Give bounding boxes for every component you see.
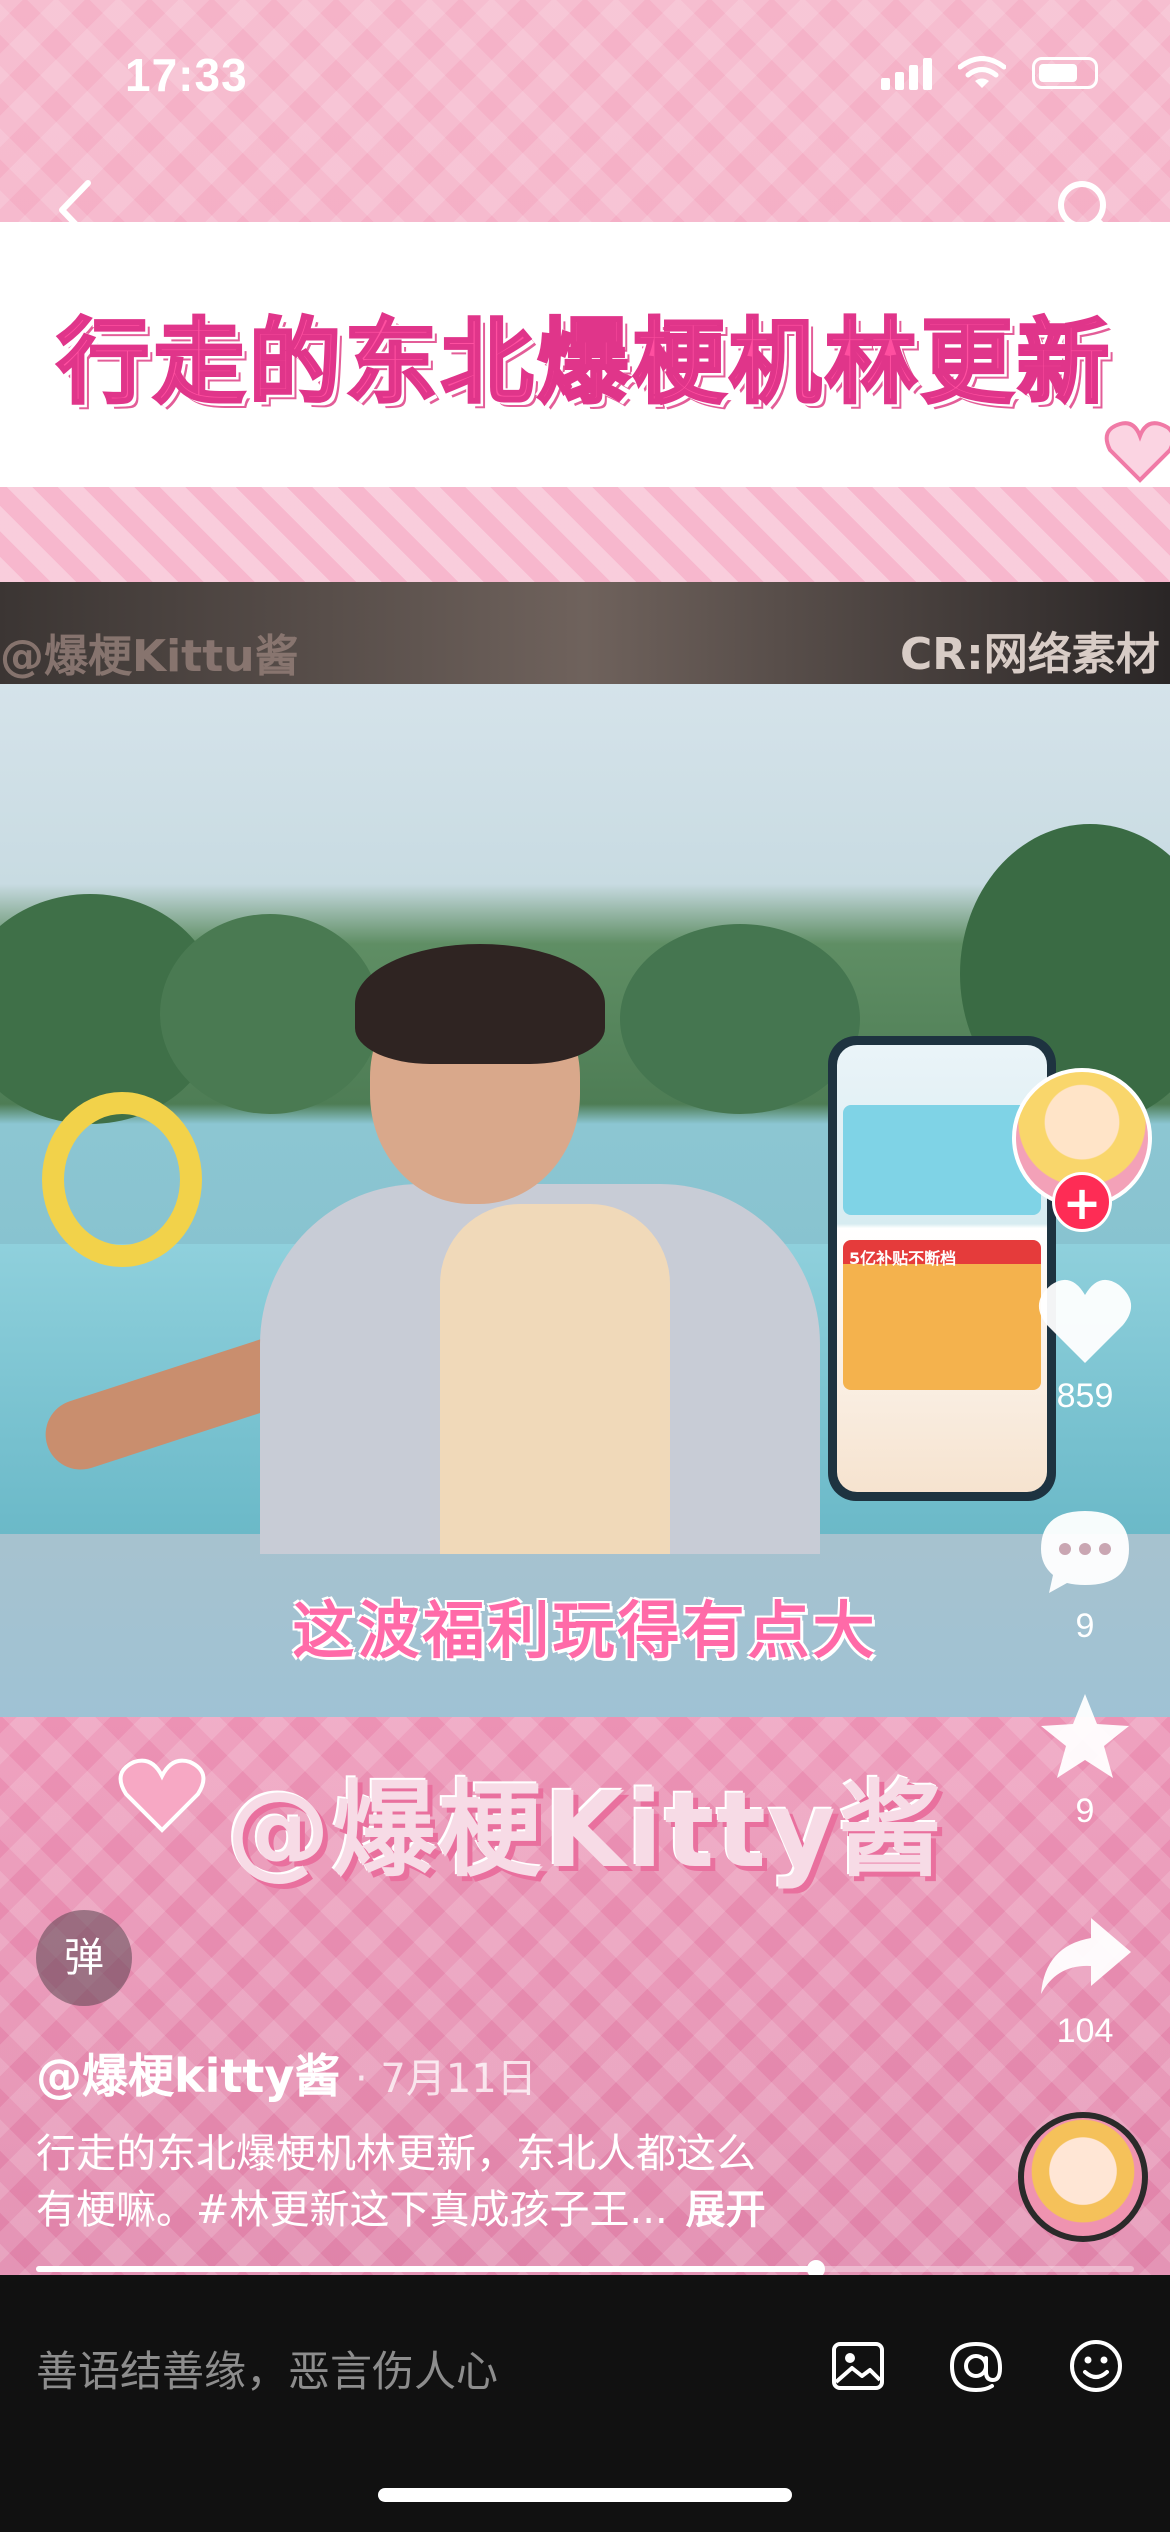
danmu-toggle-button[interactable]: 弹 [36, 1910, 132, 2006]
home-indicator[interactable] [378, 2488, 792, 2502]
mention-icon[interactable] [946, 2336, 1006, 2396]
video-title-banner: 行走的东北爆梗机林更新 [0, 222, 1170, 487]
emoji-icon[interactable] [1066, 2336, 1126, 2396]
star-icon [1041, 1694, 1129, 1778]
wifi-icon [958, 56, 1006, 88]
banner-title: 行走的东北爆梗机林更新 [55, 308, 1113, 418]
description-line-1: 行走的东北爆梗机林更新，东北人都这么 [36, 2131, 756, 2177]
share-icon [1041, 1918, 1131, 1994]
watermark-left: @爆梗Kittu酱 [0, 631, 299, 682]
person-shirt [440, 1204, 670, 1554]
comment-input[interactable]: 善语结善缘，恶言伤人心 [36, 2338, 498, 2399]
heart-decoration-icon [1104, 421, 1170, 483]
status-icons [881, 56, 1098, 90]
description-line-2: 有梗嘛。#林更新这下真成孩子王... [36, 2187, 668, 2233]
decorative-strip [0, 487, 1170, 582]
share-button[interactable]: 104 [1030, 1910, 1140, 2051]
progress-bar[interactable] [36, 2260, 1134, 2275]
progress-handle[interactable] [806, 2260, 825, 2275]
post-date: · 7月11日 [355, 2056, 537, 2102]
favorite-button[interactable]: 9 [1030, 1690, 1140, 1831]
progress-fill [36, 2266, 816, 2272]
image-icon[interactable] [828, 2336, 888, 2396]
comment-icon [1041, 1511, 1129, 1593]
person-hair [355, 944, 605, 1064]
watermark-right: CR:网络素材 [900, 629, 1160, 680]
like-count: 859 [1056, 1377, 1114, 1415]
frame-header: @爆梗Kittu酱 CR:网络素材 [0, 582, 1170, 684]
status-bar: 17:33 [0, 0, 1170, 150]
handle-overlay: @爆梗Kitty酱 [226, 1769, 944, 1891]
author-name[interactable]: @爆梗kitty酱 [36, 2040, 340, 2106]
follow-button[interactable]: + [1052, 1172, 1112, 1232]
cellular-signal-icon [881, 56, 932, 90]
status-time: 17:33 [125, 49, 248, 101]
like-button[interactable]: 859 [1030, 1275, 1140, 1416]
water-wheel [42, 1092, 202, 1267]
video-player[interactable]: 17:33 行走的东北爆梗机林更新 @爆梗Kittu酱 CR:网络素材 5亿补贴… [0, 0, 1170, 2275]
share-count: 104 [1056, 2012, 1114, 2050]
post-description: 行走的东北爆梗机林更新，东北人都这么 有梗嘛。#林更新这下真成孩子王... 展开 [36, 2126, 936, 2238]
phone-label: 5亿补贴不断档 [849, 1249, 957, 1268]
comment-button[interactable]: 9 [1030, 1505, 1140, 1646]
music-disc[interactable] [1018, 2112, 1148, 2242]
expand-button[interactable]: 展开 [686, 2187, 766, 2233]
heart-icon [1038, 1279, 1132, 1363]
comment-count: 9 [1075, 1607, 1095, 1645]
favorite-count: 9 [1075, 1792, 1095, 1830]
video-subtitle: 这波福利玩得有点大 [292, 1594, 878, 1667]
battery-icon [1032, 57, 1098, 89]
